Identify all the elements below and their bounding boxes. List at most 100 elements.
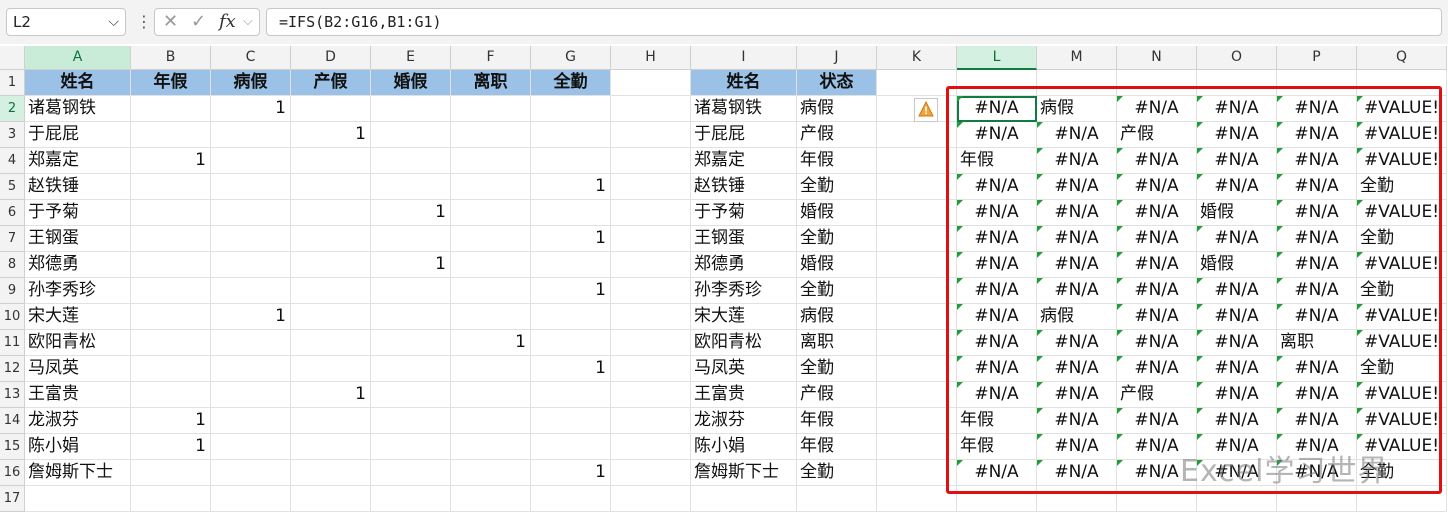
table1-name-cell[interactable]: 孙李秀珍 xyxy=(25,278,131,304)
table2-name-cell[interactable]: 赵铁锤 xyxy=(691,174,797,200)
table1-value-cell[interactable] xyxy=(131,330,211,356)
row-header-17[interactable]: 17 xyxy=(0,486,25,512)
row-header-16[interactable]: 16 xyxy=(0,460,25,486)
table2-name-cell[interactable]: 欧阳青松 xyxy=(691,330,797,356)
table1-value-cell[interactable] xyxy=(531,434,611,460)
table1-value-cell[interactable] xyxy=(131,460,211,486)
table1-value-cell[interactable] xyxy=(371,434,451,460)
table2-name-cell[interactable]: 郑嘉定 xyxy=(691,148,797,174)
table1-value-cell[interactable] xyxy=(531,408,611,434)
cell[interactable] xyxy=(131,486,211,512)
close-icon[interactable]: ✕ xyxy=(163,9,178,35)
name-box[interactable]: L2 ⌵ xyxy=(6,8,126,36)
table1-value-cell[interactable] xyxy=(451,278,531,304)
more-options-icon[interactable]: ⋮ xyxy=(136,8,152,36)
table1-value-cell[interactable] xyxy=(451,148,531,174)
column-header-l[interactable]: L xyxy=(957,46,1037,70)
cell[interactable] xyxy=(877,174,957,200)
cell[interactable] xyxy=(877,122,957,148)
cell[interactable] xyxy=(877,356,957,382)
cell[interactable] xyxy=(291,486,371,512)
table1-value-cell[interactable] xyxy=(211,226,291,252)
table1-name-cell[interactable]: 王富贵 xyxy=(25,382,131,408)
table1-value-cell[interactable]: 1 xyxy=(211,96,291,122)
table2-name-cell[interactable]: 王富贵 xyxy=(691,382,797,408)
row-header-1[interactable]: 1 xyxy=(0,70,25,96)
column-header-m[interactable]: M xyxy=(1037,46,1117,70)
cell[interactable] xyxy=(611,356,691,382)
table1-name-cell[interactable]: 于屁屁 xyxy=(25,122,131,148)
table1-value-cell[interactable] xyxy=(211,252,291,278)
table2-name-cell[interactable]: 诸葛钢铁 xyxy=(691,96,797,122)
table1-value-cell[interactable] xyxy=(131,252,211,278)
table1-header[interactable]: 病假 xyxy=(211,70,291,96)
table1-value-cell[interactable]: 1 xyxy=(531,356,611,382)
column-header-a[interactable]: A xyxy=(25,46,131,70)
table2-name-cell[interactable]: 孙李秀珍 xyxy=(691,278,797,304)
table2-name-cell[interactable]: 郑德勇 xyxy=(691,252,797,278)
cell[interactable] xyxy=(611,174,691,200)
table1-name-cell[interactable]: 郑嘉定 xyxy=(25,148,131,174)
table1-value-cell[interactable] xyxy=(211,148,291,174)
cell[interactable] xyxy=(211,486,291,512)
table1-name-cell[interactable]: 郑德勇 xyxy=(25,252,131,278)
table1-value-cell[interactable] xyxy=(211,122,291,148)
table1-value-cell[interactable] xyxy=(451,356,531,382)
table2-status-cell[interactable]: 年假 xyxy=(797,408,877,434)
table1-value-cell[interactable] xyxy=(451,226,531,252)
table1-header[interactable]: 离职 xyxy=(451,70,531,96)
table1-name-cell[interactable]: 詹姆斯下士 xyxy=(25,460,131,486)
table2-status-cell[interactable]: 全勤 xyxy=(797,356,877,382)
cell[interactable] xyxy=(611,252,691,278)
table1-value-cell[interactable] xyxy=(291,148,371,174)
column-header-e[interactable]: E xyxy=(371,46,451,70)
table1-value-cell[interactable] xyxy=(371,382,451,408)
cell[interactable] xyxy=(611,434,691,460)
table1-value-cell[interactable]: 1 xyxy=(131,434,211,460)
cell[interactable] xyxy=(611,200,691,226)
table1-value-cell[interactable] xyxy=(451,96,531,122)
table2-name-cell[interactable]: 马凤英 xyxy=(691,356,797,382)
table1-value-cell[interactable]: 1 xyxy=(531,174,611,200)
table1-value-cell[interactable] xyxy=(371,304,451,330)
table1-value-cell[interactable] xyxy=(371,96,451,122)
table1-header[interactable]: 产假 xyxy=(291,70,371,96)
table1-value-cell[interactable] xyxy=(131,356,211,382)
cell[interactable] xyxy=(877,252,957,278)
table1-name-cell[interactable]: 赵铁锤 xyxy=(25,174,131,200)
table1-value-cell[interactable]: 1 xyxy=(371,252,451,278)
cell[interactable] xyxy=(371,486,451,512)
row-header-13[interactable]: 13 xyxy=(0,382,25,408)
table1-name-cell[interactable]: 诸葛钢铁 xyxy=(25,96,131,122)
column-header-f[interactable]: F xyxy=(451,46,531,70)
table1-value-cell[interactable] xyxy=(371,174,451,200)
table1-value-cell[interactable] xyxy=(371,148,451,174)
cell[interactable] xyxy=(25,486,131,512)
table1-name-cell[interactable]: 欧阳青松 xyxy=(25,330,131,356)
row-header-12[interactable]: 12 xyxy=(0,356,25,382)
column-header-o[interactable]: O xyxy=(1197,46,1277,70)
table2-status-cell[interactable]: 全勤 xyxy=(797,278,877,304)
table1-value-cell[interactable] xyxy=(131,200,211,226)
cell[interactable] xyxy=(877,70,957,96)
column-header-k[interactable]: K xyxy=(877,46,957,70)
table1-value-cell[interactable] xyxy=(451,174,531,200)
table1-value-cell[interactable] xyxy=(531,330,611,356)
cell[interactable] xyxy=(877,304,957,330)
table1-value-cell[interactable] xyxy=(211,330,291,356)
table2-status-cell[interactable]: 全勤 xyxy=(797,226,877,252)
cell[interactable] xyxy=(611,330,691,356)
table2-status-cell[interactable]: 婚假 xyxy=(797,200,877,226)
cell[interactable] xyxy=(877,330,957,356)
table1-value-cell[interactable]: 1 xyxy=(291,122,371,148)
row-header-2[interactable]: 2 xyxy=(0,96,25,122)
table1-value-cell[interactable] xyxy=(291,460,371,486)
table1-value-cell[interactable] xyxy=(531,148,611,174)
table1-value-cell[interactable] xyxy=(451,460,531,486)
column-header-h[interactable]: H xyxy=(611,46,691,70)
table2-status-cell[interactable]: 全勤 xyxy=(797,174,877,200)
row-header-15[interactable]: 15 xyxy=(0,434,25,460)
cell[interactable] xyxy=(877,408,957,434)
cell[interactable] xyxy=(877,278,957,304)
table1-value-cell[interactable] xyxy=(371,330,451,356)
